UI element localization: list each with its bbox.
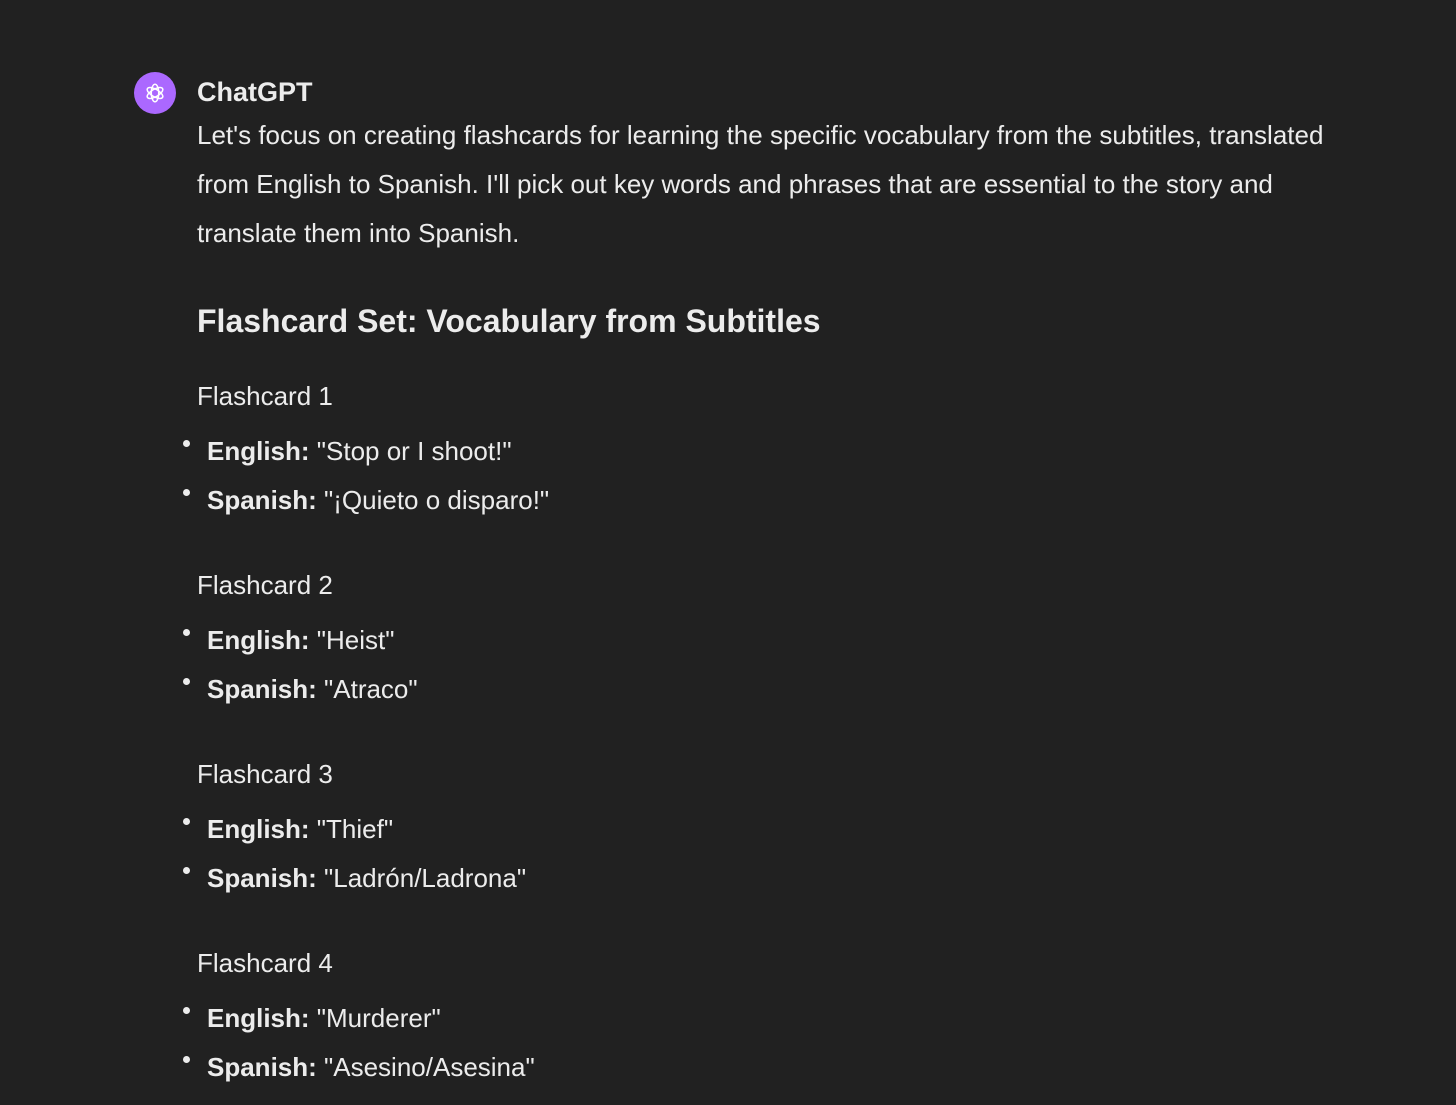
bullet-icon [183, 440, 190, 447]
spanish-label: Spanish: [207, 485, 317, 515]
list-item: English: "Thief" [183, 805, 1357, 854]
list-item: English: "Stop or I shoot!" [183, 427, 1357, 476]
bullet-icon [183, 489, 190, 496]
list-item: Spanish: "Ladrón/Ladrona" [183, 854, 1357, 903]
bullet-icon [183, 1056, 190, 1063]
spanish-value: "Atraco" [316, 674, 418, 704]
english-label: English: [207, 436, 310, 466]
english-label: English: [207, 814, 310, 844]
bullet-icon [183, 1007, 190, 1014]
flashcard-2: Flashcard 2 English: "Heist" Spanish: "A… [183, 567, 1357, 714]
list-item: English: "Heist" [183, 616, 1357, 665]
flashcard-title: Flashcard 1 [197, 381, 333, 411]
message-content: ChatGPT Let's focus on creating flashcar… [183, 72, 1357, 1092]
spanish-value: "Asesino/Asesina" [316, 1052, 535, 1082]
list-item: Spanish: "Asesino/Asesina" [183, 1043, 1357, 1092]
spanish-label: Spanish: [207, 863, 317, 893]
list-item: English: "Murderer" [183, 994, 1357, 1043]
flashcard-list: English: "Heist" Spanish: "Atraco" [183, 616, 1357, 714]
spanish-label: Spanish: [207, 674, 317, 704]
english-value: "Thief" [309, 814, 394, 844]
intro-paragraph: Let's focus on creating flashcards for l… [197, 120, 1324, 248]
english-value: "Murderer" [309, 1003, 441, 1033]
bullet-icon [183, 678, 190, 685]
list-item: Spanish: "Atraco" [183, 665, 1357, 714]
flashcard-set-heading: Flashcard Set: Vocabulary from Subtitles [197, 303, 821, 339]
flashcard-title: Flashcard 2 [197, 570, 333, 600]
avatar [134, 72, 176, 114]
spanish-label: Spanish: [207, 1052, 317, 1082]
author-name: ChatGPT [197, 77, 313, 107]
flashcard-1: Flashcard 1 English: "Stop or I shoot!" … [183, 378, 1357, 525]
flashcard-3: Flashcard 3 English: "Thief" Spanish: "L… [183, 756, 1357, 903]
flashcard-list: English: "Murderer" Spanish: "Asesino/As… [183, 994, 1357, 1092]
spanish-value: "Ladrón/Ladrona" [316, 863, 527, 893]
spanish-value: "¡Quieto o disparo!" [316, 485, 550, 515]
bullet-icon [183, 818, 190, 825]
flashcard-title: Flashcard 3 [197, 759, 333, 789]
bullet-icon [183, 867, 190, 874]
bullet-icon [183, 629, 190, 636]
list-item: Spanish: "¡Quieto o disparo!" [183, 476, 1357, 525]
flashcard-title: Flashcard 4 [197, 948, 333, 978]
english-value: "Heist" [309, 625, 395, 655]
flashcard-list: English: "Stop or I shoot!" Spanish: "¡Q… [183, 427, 1357, 525]
openai-logo-icon [146, 83, 164, 103]
english-label: English: [207, 1003, 310, 1033]
flashcard-4: Flashcard 4 English: "Murderer" Spanish:… [183, 945, 1357, 1092]
english-label: English: [207, 625, 310, 655]
english-value: "Stop or I shoot!" [309, 436, 512, 466]
flashcard-list: English: "Thief" Spanish: "Ladrón/Ladron… [183, 805, 1357, 903]
